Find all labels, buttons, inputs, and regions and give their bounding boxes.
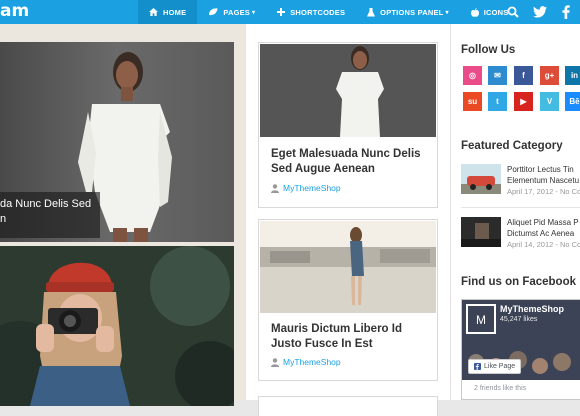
nav-item-options-panel[interactable]: OPTIONS PANEL ▾ [356,0,460,24]
post-card: Mauris Dictum Libero Id Justo Fusce In E… [258,219,438,381]
nav-item-pages[interactable]: PAGES ▾ [197,0,266,24]
nav-item-shortcodes[interactable]: SHORTCODES [266,0,356,24]
post-title[interactable]: Mauris Dictum Libero Id Justo Fusce In E… [271,322,431,352]
facebook-social-icon[interactable]: f [514,66,533,85]
facebook-button[interactable] [553,0,579,24]
post-thumbnail[interactable] [260,221,436,313]
widget-title-find-us-on-facebook: Find us on Facebook [461,276,577,288]
author-name: MyThemeShop [283,183,341,193]
flask-icon [367,7,376,16]
youtube-icon[interactable]: ▶ [514,92,533,111]
slide-caption-line: n [0,213,7,225]
linkedin-icon[interactable]: in [565,66,580,85]
nav-item-home[interactable]: HOME [138,0,198,24]
main-menu: HOME PAGES ▾ SHORTCODES OPTIONS PANEL ▾ … [138,0,519,24]
facebook-f-icon [474,363,481,370]
post-title[interactable]: Eget Malesuada Nunc Delis Sed Augue Aene… [271,147,431,177]
featured-item-date: April 14, 2012 - No Co [507,240,580,249]
photo-girl-with-camera [0,246,234,406]
home-icon [149,8,158,16]
featured-item-thumbnail[interactable] [461,217,501,247]
site-logo[interactable]: am [0,0,29,24]
featured-item-title[interactable]: Porttitor Lectus Tin Elementum Nascetu [507,164,579,186]
thumbnail-dark-scene [461,217,501,247]
author-name: MyThemeShop [283,357,341,367]
email-icon[interactable]: ✉ [488,66,507,85]
thumbnail-car [461,164,501,194]
slide-caption-line: da Nunc Delis Sed [0,198,92,210]
nav-item-label: OPTIONS PANEL [380,7,444,17]
facebook-icon [562,5,570,19]
svg-text:M: M [476,313,486,327]
nav-item-label: PAGES [223,7,251,17]
twitter-button[interactable] [527,0,553,24]
user-icon [271,183,279,193]
featured-item-date: April 17, 2012 - No Co [507,187,580,196]
slide-caption[interactable]: da Nunc Delis Sed n [0,192,100,238]
search-button[interactable] [500,0,526,24]
sidebar: Follow Us ◎ ✉ f g+ in su t ▶ V Bē Featur… [450,24,580,400]
dribbble-icon[interactable]: ◎ [463,66,482,85]
featured-item-title-line: Dictumst Ac Aenea [507,229,575,238]
nav-item-label: HOME [163,7,187,17]
post-author[interactable]: MyThemeShop [271,183,341,193]
facebook-friends-like-text: 2 friends like this [474,385,527,392]
facebook-page-name[interactable]: MyThemeShop [500,304,564,314]
divider [461,207,580,208]
apple-icon [470,7,479,17]
post-thumbnail[interactable] [260,44,436,137]
post-card: Eget Malesuada Nunc Delis Sed Augue Aene… [258,42,438,208]
post-card-partial [258,396,438,416]
featured-slide-image[interactable]: da Nunc Delis Sed n [0,42,234,242]
featured-item-title-line: Porttitor Lectus Tin [507,165,574,174]
facebook-likes-count: 45,247 likes [500,316,538,323]
nav-item-label: SHORTCODES [290,7,346,17]
featured-item-title[interactable]: Aliquet Pid Massa P Dictumst Ac Aenea [507,217,579,239]
facebook-page-plugin: M MyThemeShop 45,247 likes Like Page 2 f… [461,299,580,400]
featured-item-title-line: Elementum Nascetu [507,176,580,185]
stumbleupon-icon[interactable]: su [463,92,482,111]
post-list-column: Eget Malesuada Nunc Delis Sed Augue Aene… [246,24,450,416]
leaf-icon [209,8,218,16]
featured-item-title-line: Aliquet Pid Massa P [507,218,579,227]
plus-icon [277,8,286,16]
google-plus-icon[interactable]: g+ [540,66,559,85]
chevron-down-icon: ▾ [252,9,256,16]
twitter-icon [533,6,547,18]
user-icon [271,357,279,367]
post-image-camera-girl[interactable] [0,246,234,406]
post-author[interactable]: MyThemeShop [271,357,341,367]
twitter-social-icon[interactable]: t [488,92,507,111]
chevron-down-icon: ▾ [445,9,449,16]
search-icon [507,6,519,18]
widget-title-featured-category: Featured Category [461,140,563,152]
featured-slider-column: da Nunc Delis Sed n [0,24,246,406]
thumbnail-woman-white-dress [260,44,436,137]
featured-item-thumbnail[interactable] [461,164,501,194]
top-navigation-bar: am HOME PAGES ▾ SHORTCODES OPTIONS PANEL… [0,0,580,24]
like-page-label: Like Page [484,363,516,370]
thumbnail-woman-parking-lot [260,221,436,313]
behance-icon[interactable]: Bē [565,92,580,111]
vimeo-icon[interactable]: V [540,92,559,111]
widget-title-follow-us: Follow Us [461,44,516,56]
facebook-like-page-button[interactable]: Like Page [468,359,522,374]
